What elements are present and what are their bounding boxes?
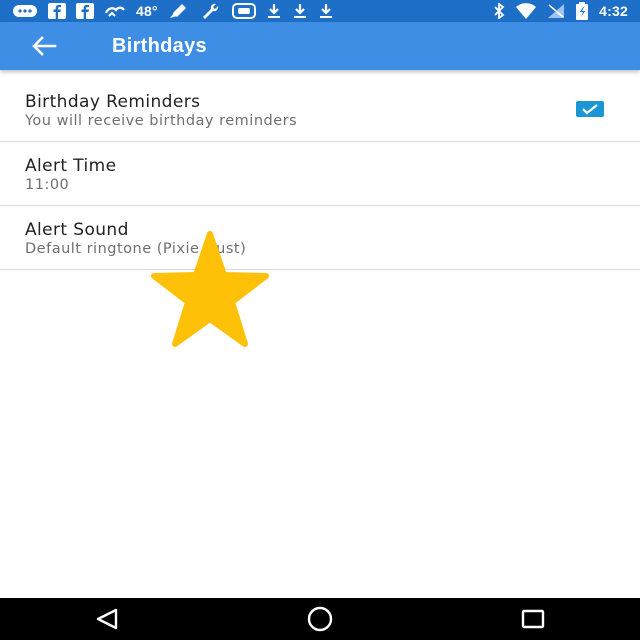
signal-icon: [547, 3, 565, 19]
setting-subtitle: 11:00: [25, 177, 70, 193]
setting-title: Alert Sound: [25, 220, 129, 240]
settings-list: Birthday Reminders You will receive birt…: [0, 78, 640, 270]
status-bar: 48° 4:32: [0, 0, 640, 22]
download-icon: [292, 3, 308, 19]
navigation-bar: [0, 598, 640, 640]
home-circle-icon: [307, 606, 333, 632]
back-button[interactable]: [20, 22, 68, 70]
nav-back-button[interactable]: [77, 598, 137, 640]
setting-subtitle: You will receive birthday reminders: [25, 113, 298, 129]
star-icon: [150, 230, 270, 350]
weather-icon: [104, 3, 126, 19]
setting-title: Alert Time: [25, 156, 117, 176]
check-icon: [582, 104, 598, 115]
back-triangle-icon: [96, 608, 117, 630]
status-bar-left: 48°: [12, 3, 334, 19]
alert-time-row[interactable]: Alert Time 11:00: [0, 142, 640, 206]
app-bar: Birthdays: [0, 22, 640, 70]
temperature-text: 48°: [136, 3, 158, 19]
battery-icon: [575, 2, 589, 20]
nav-home-button[interactable]: [290, 598, 350, 640]
facebook-icon: [76, 3, 94, 19]
recents-square-icon: [522, 609, 545, 629]
nav-recents-button[interactable]: [503, 598, 563, 640]
reminders-checkbox[interactable]: [576, 101, 604, 117]
wifi-icon: [515, 3, 537, 19]
message-icon: [12, 3, 38, 19]
clock-text: 4:32: [599, 3, 628, 19]
wrench-icon: [200, 3, 222, 19]
download-icon: [266, 3, 282, 19]
setting-title: Birthday Reminders: [25, 92, 201, 112]
cleaning-icon: [168, 3, 190, 19]
download-icon: [318, 3, 334, 19]
birthday-reminders-row[interactable]: Birthday Reminders You will receive birt…: [0, 78, 640, 142]
app-badge-icon: [231, 3, 256, 19]
page-title: Birthdays: [112, 34, 207, 57]
alert-sound-row[interactable]: Alert Sound Default ringtone (Pixie Dust…: [0, 206, 640, 270]
arrow-back-icon: [32, 36, 57, 56]
facebook-icon: [48, 3, 66, 19]
status-bar-right: 4:32: [493, 2, 628, 20]
bluetooth-icon: [493, 3, 505, 19]
